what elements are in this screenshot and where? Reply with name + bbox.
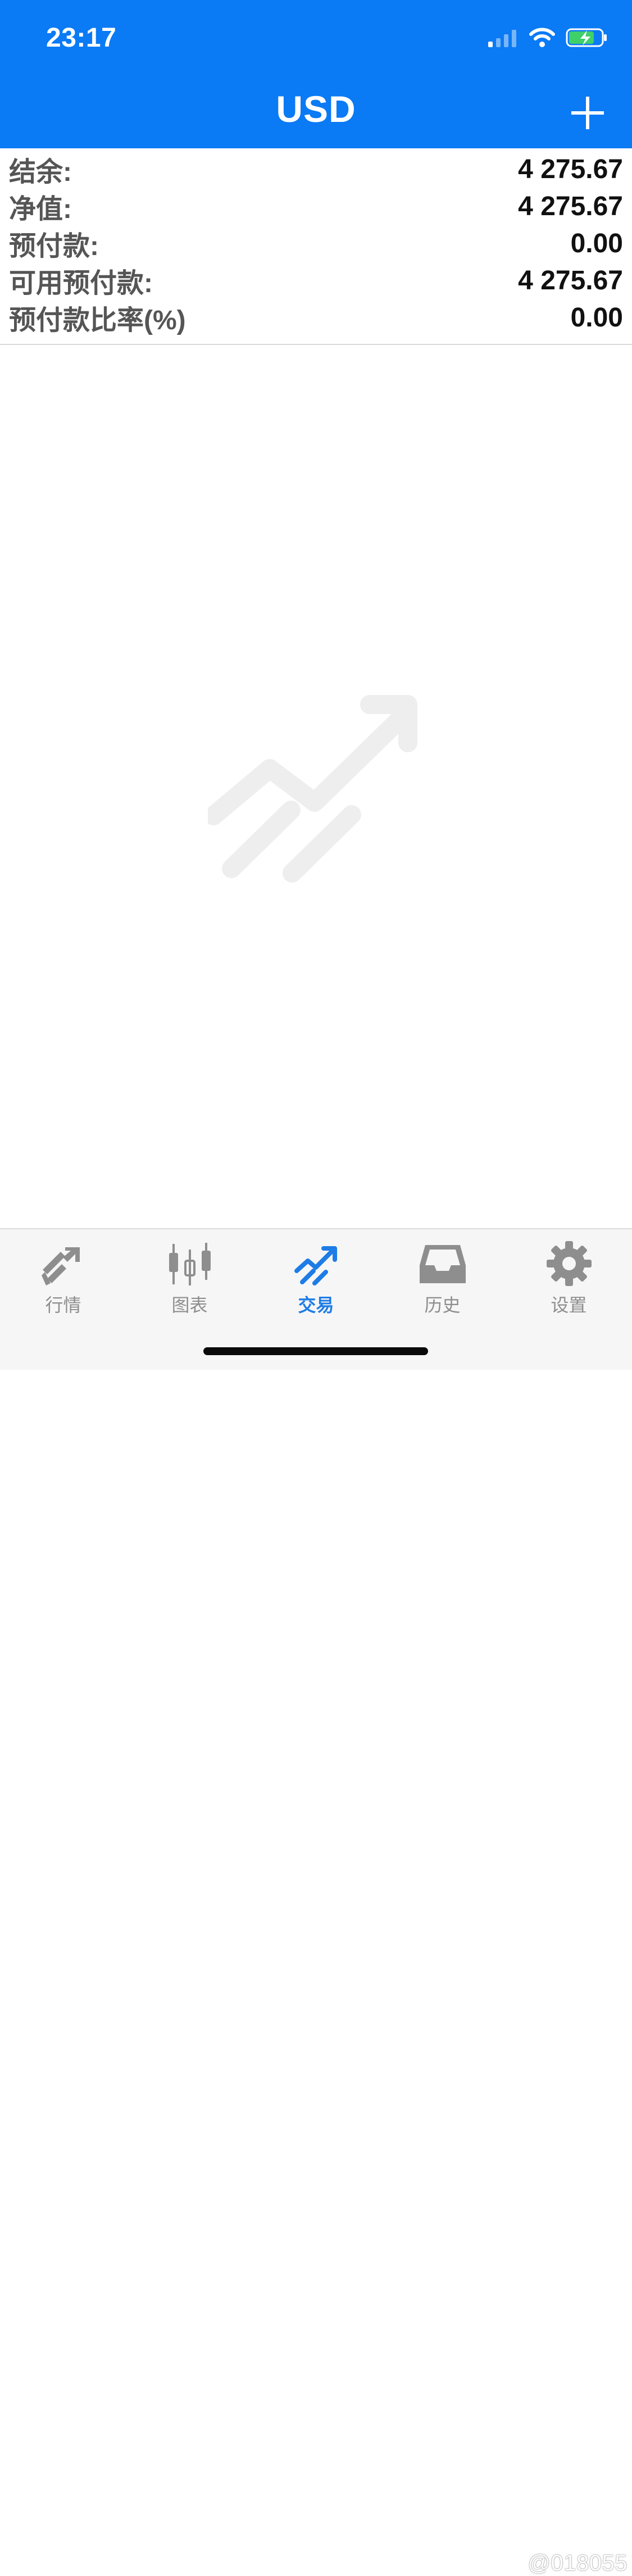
- tab-label-history: 历史: [424, 1295, 461, 1315]
- margin-level-label: 预付款比率(%): [9, 306, 186, 335]
- tab-label-trade: 交易: [298, 1295, 334, 1315]
- margin-label: 预付款:: [9, 231, 99, 261]
- margin-value: 0.00: [570, 228, 623, 258]
- quotes-icon: [41, 1247, 80, 1285]
- summary-row-equity: 净值: 4 275.67: [9, 188, 623, 225]
- tab-label-chart: 图表: [171, 1295, 208, 1315]
- tab-settings[interactable]: 设置: [506, 1238, 632, 1323]
- tab-quotes[interactable]: 行情: [0, 1238, 126, 1323]
- balance-value: 4 275.67: [518, 154, 623, 184]
- cellular-signal-icon: [488, 30, 516, 47]
- inbox-icon: [419, 1245, 466, 1283]
- add-button[interactable]: [570, 96, 605, 130]
- free-margin-label: 可用预付款:: [9, 269, 153, 298]
- equity-value: 4 275.67: [518, 191, 623, 221]
- summary-row-margin: 预付款: 0.00: [9, 225, 623, 262]
- trade-chart-icon: [208, 695, 417, 883]
- battery-charging-icon: [566, 28, 607, 47]
- gear-icon: [546, 1241, 592, 1286]
- header: 23:17 USD: [0, 0, 632, 148]
- tab-label-settings: 设置: [551, 1295, 587, 1315]
- tab-label-quotes: 行情: [45, 1295, 81, 1315]
- candlestick-icon: [169, 1243, 211, 1285]
- wifi-icon: [529, 28, 555, 47]
- balance-label: 结余:: [9, 157, 72, 187]
- status-icons: [487, 27, 608, 48]
- app-screen: 23:17 USD 结余: 4 275.67 净值: 4 275.67 预付款:…: [0, 0, 632, 2575]
- equity-label: 净值:: [9, 194, 72, 224]
- summary-row-margin-level: 预付款比率(%) 0.00: [9, 299, 623, 336]
- summary-row-balance: 结余: 4 275.67: [9, 151, 623, 188]
- margin-level-value: 0.00: [570, 302, 623, 333]
- free-margin-value: 4 275.67: [518, 265, 623, 296]
- page-title: USD: [276, 88, 356, 130]
- tab-trade[interactable]: 交易: [253, 1238, 379, 1323]
- trade-icon: [294, 1246, 337, 1285]
- watermark: @018055: [528, 2551, 628, 2575]
- tab-history[interactable]: 历史: [379, 1238, 506, 1323]
- plus-icon: [571, 97, 604, 129]
- status-time: 23:17: [46, 23, 117, 53]
- summary-row-free-margin: 可用预付款: 4 275.67: [9, 262, 623, 299]
- account-summary: 结余: 4 275.67 净值: 4 275.67 预付款: 0.00 可用预付…: [0, 148, 632, 345]
- tab-chart[interactable]: 图表: [126, 1238, 253, 1323]
- home-indicator[interactable]: [203, 1347, 428, 1355]
